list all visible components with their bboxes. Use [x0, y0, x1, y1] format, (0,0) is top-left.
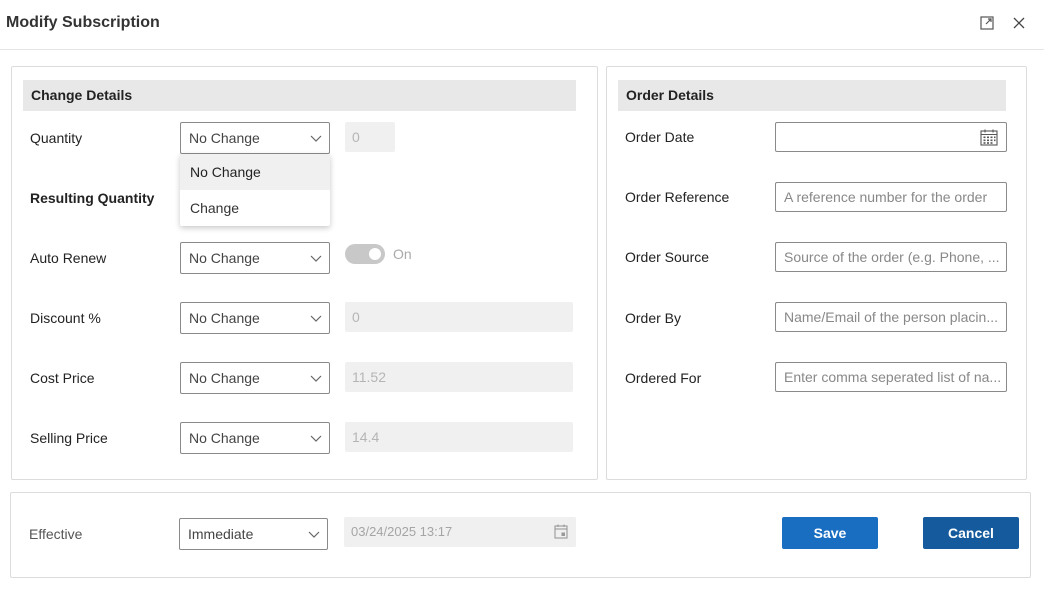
quantity-dropdown-menu: No Change Change [180, 154, 330, 226]
effective-date-input: 03/24/2025 13:17 [344, 517, 576, 547]
discount-select-value: No Change [189, 310, 260, 326]
selling-price-select-value: No Change [189, 430, 260, 446]
chevron-down-icon [310, 375, 322, 382]
auto-renew-label: Auto Renew [30, 250, 107, 266]
toggle-knob [369, 248, 381, 260]
selling-price-label: Selling Price [30, 430, 108, 446]
order-date-input[interactable] [775, 122, 1007, 152]
expand-icon[interactable] [978, 14, 996, 32]
close-icon[interactable] [1010, 14, 1028, 32]
effective-date-value: 03/24/2025 13:17 [351, 524, 453, 539]
effective-label: Effective [29, 526, 83, 542]
auto-renew-toggle[interactable] [345, 244, 385, 264]
quantity-select-value: No Change [189, 130, 260, 146]
chevron-down-icon [310, 135, 322, 142]
quantity-label: Quantity [30, 130, 83, 146]
calendar-icon [554, 524, 568, 539]
resulting-quantity-label: Resulting Quantity [30, 190, 155, 206]
change-details-header: Change Details [23, 80, 576, 111]
order-by-input[interactable]: Name/Email of the person placin... [775, 302, 1007, 332]
auto-renew-select-value: No Change [189, 250, 260, 266]
dialog-title: Modify Subscription [6, 14, 160, 31]
selling-price-value: 14.4 [345, 422, 573, 452]
chevron-down-icon [308, 531, 320, 538]
cost-price-select-value: No Change [189, 370, 260, 386]
dialog-titlebar: Modify Subscription [0, 0, 1044, 50]
selling-price-select[interactable]: No Change [180, 422, 330, 454]
cost-price-select[interactable]: No Change [180, 362, 330, 394]
auto-renew-toggle-label: On [393, 246, 412, 262]
ordered-for-label: Ordered For [625, 370, 702, 386]
calendar-icon[interactable] [980, 129, 998, 146]
effective-select[interactable]: Immediate [179, 518, 328, 550]
order-source-label: Order Source [625, 249, 710, 265]
cost-price-label: Cost Price [30, 370, 95, 386]
quantity-value: 0 [345, 122, 395, 152]
order-date-label: Order Date [625, 129, 695, 145]
effective-select-value: Immediate [188, 526, 254, 542]
chevron-down-icon [310, 315, 322, 322]
ordered-for-input[interactable]: Enter comma seperated list of na... [775, 362, 1007, 392]
order-reference-label: Order Reference [625, 189, 730, 205]
dropdown-option-no-change[interactable]: No Change [180, 154, 330, 190]
cost-price-value: 11.52 [345, 362, 573, 392]
chevron-down-icon [310, 435, 322, 442]
discount-label: Discount % [30, 310, 101, 326]
auto-renew-select[interactable]: No Change [180, 242, 330, 274]
quantity-select[interactable]: No Change [180, 122, 330, 154]
save-button[interactable]: Save [782, 517, 878, 549]
discount-value: 0 [345, 302, 573, 332]
discount-select[interactable]: No Change [180, 302, 330, 334]
order-details-header: Order Details [618, 80, 1006, 111]
chevron-down-icon [310, 255, 322, 262]
order-source-input[interactable]: Source of the order (e.g. Phone, ... [775, 242, 1007, 272]
order-reference-input[interactable]: A reference number for the order [775, 182, 1007, 212]
cancel-button[interactable]: Cancel [923, 517, 1019, 549]
order-by-label: Order By [625, 310, 682, 326]
dropdown-option-change[interactable]: Change [180, 190, 330, 226]
